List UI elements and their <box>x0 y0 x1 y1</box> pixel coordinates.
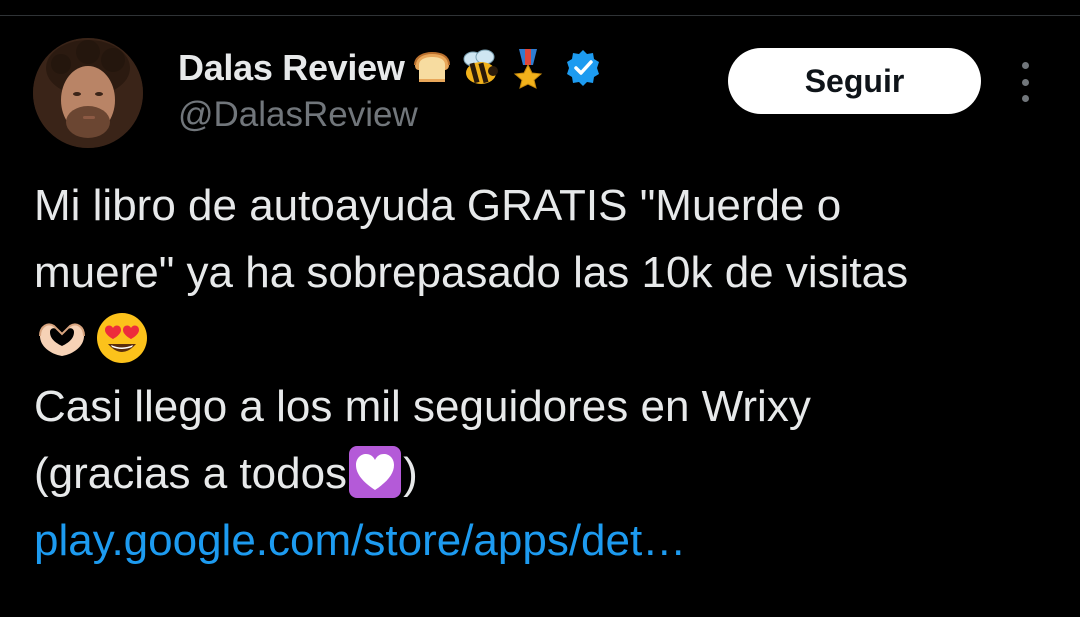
tweet-line-text: (gracias a todos <box>34 449 348 498</box>
heart-hands-emoji <box>34 310 90 366</box>
tweet-emoji-line <box>34 306 1054 373</box>
bee-emoji <box>459 47 501 89</box>
more-dot <box>1021 62 1029 69</box>
tweet-line-with-emoji: (gracias a todos ) <box>34 440 1054 507</box>
author-name-row[interactable]: Dalas Review <box>178 43 603 93</box>
tweet-line-text-end: ) <box>403 449 418 498</box>
verified-badge-icon <box>563 48 603 88</box>
follow-button[interactable]: Seguir <box>728 48 981 114</box>
smiling-face-with-heart-eyes-emoji <box>94 310 150 366</box>
more-dot <box>1021 95 1029 102</box>
author-handle[interactable]: @DalasReview <box>178 95 418 135</box>
author-display-name[interactable]: Dalas Review <box>178 47 405 89</box>
bread-emoji <box>411 47 453 89</box>
white-heart-emoji <box>347 444 403 500</box>
tweet-line: muere" ya ha sobrepasado las 10k de visi… <box>34 248 909 297</box>
military-medal-emoji <box>507 47 549 89</box>
tweet-line: Mi libro de autoayuda GRATIS "Muerde o <box>34 181 842 230</box>
tweet-link[interactable]: play.google.com/store/apps/det… <box>34 516 686 565</box>
avatar[interactable] <box>33 38 143 148</box>
more-options-icon[interactable] <box>1010 62 1040 102</box>
top-divider <box>0 15 1080 16</box>
tweet-text: Mi libro de autoayuda GRATIS "Muerde o m… <box>34 172 1054 574</box>
tweet-line: Casi llego a los mil seguidores en Wrixy <box>34 382 811 431</box>
more-dot <box>1021 78 1029 86</box>
